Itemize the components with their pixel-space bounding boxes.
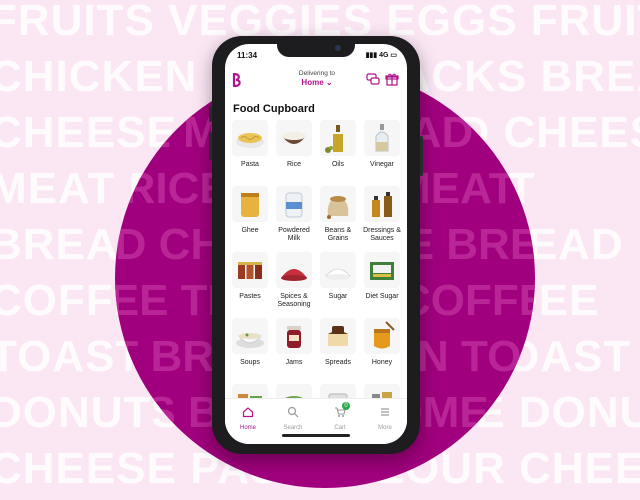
app-header: Delivering to Home ⌄ (225, 68, 407, 92)
category-label: Soups (240, 359, 260, 366)
cart-count-badge: 0 (342, 402, 350, 410)
bottom-nav: Home Search 0 Cart More (225, 398, 407, 444)
category-soups[interactable]: Soups (228, 318, 272, 384)
jam-jar-icon (276, 318, 312, 354)
category-label: Sugar (328, 293, 348, 300)
category-honey[interactable]: Honey (360, 318, 404, 384)
spread-jar-icon (320, 318, 356, 354)
network-label: 4G (379, 52, 389, 59)
camera-icon (335, 45, 341, 51)
menu-icon (381, 408, 389, 416)
signal-icon: ▮▮▮ (365, 52, 378, 59)
category-jams[interactable]: Jams (272, 318, 316, 384)
status-time: 11:34 (237, 51, 258, 60)
spice-pile-icon (276, 252, 312, 288)
category-label: Honey (371, 359, 393, 366)
beans-sack-icon (320, 186, 356, 222)
nav-label: Home (239, 425, 256, 431)
nav-cart[interactable]: 0 Cart (320, 402, 360, 431)
home-indicator (282, 434, 350, 437)
category-label: Dressings & Sauces (363, 227, 401, 242)
diet-sugar-box-icon (364, 252, 400, 288)
nav-search[interactable]: Search (273, 405, 313, 431)
volume-button (209, 132, 212, 160)
gift-icon[interactable] (385, 72, 399, 86)
category-dressings-sauces[interactable]: Dressings & Sauces (360, 186, 404, 252)
pasta-bowl-icon (232, 120, 268, 156)
rice-bowl-icon (276, 120, 312, 156)
category-label: Spices & Seasoning (277, 293, 311, 308)
nav-more[interactable]: More (365, 405, 405, 431)
category-label: Jams (285, 359, 303, 366)
category-spreads[interactable]: Spreads (316, 318, 360, 384)
paste-jars-icon (232, 252, 268, 288)
ghee-jar-icon (232, 186, 268, 222)
honey-jar-icon (364, 318, 400, 354)
category-sugar[interactable]: Sugar (316, 252, 360, 318)
power-button (420, 136, 423, 176)
search-icon (287, 406, 299, 418)
category-pastes[interactable]: Pastes (228, 252, 272, 318)
oil-bottle-icon (320, 120, 356, 156)
category-label: Pasta (241, 161, 259, 168)
volume-button (209, 106, 212, 122)
category-vinegar[interactable]: Vinegar (360, 120, 404, 186)
category-spices-seasoning[interactable]: Spices & Seasoning (272, 252, 316, 318)
category-label: Ghee (241, 227, 259, 234)
home-icon (242, 407, 254, 418)
category-label: Beans & Grains (324, 227, 352, 242)
category-label: Rice (286, 161, 301, 168)
location-selector[interactable]: Home ⌄ (275, 78, 359, 87)
page-title: Food Cupboard (233, 103, 315, 115)
category-diet-sugar[interactable]: Diet Sugar (360, 252, 404, 318)
sugar-bowl-icon (320, 252, 356, 288)
phone-screen: 11:34 ▮▮▮ 4G ▭ Delivering to Home ⌄ Food… (225, 44, 407, 444)
nav-label: Cart (334, 425, 346, 431)
category-powdered-milk[interactable]: Powdered Milk (272, 186, 316, 252)
nav-label: More (378, 425, 392, 431)
category-label: Powdered Milk (278, 227, 310, 242)
category-oils[interactable]: Oils (316, 120, 360, 186)
category-label: Diet Sugar (365, 293, 399, 300)
category-pasta[interactable]: Pasta (228, 120, 272, 186)
battery-icon: ▭ (390, 52, 397, 59)
chat-icon[interactable] (366, 72, 380, 86)
category-label: Vinegar (369, 161, 394, 168)
category-label: Pastes (239, 293, 261, 300)
soup-bowl-icon (232, 318, 268, 354)
category-rice[interactable]: Rice (272, 120, 316, 186)
vinegar-bottle-icon (364, 120, 400, 156)
nav-label: Search (283, 425, 303, 431)
sauce-bottles-icon (364, 186, 400, 222)
delivering-label: Delivering to (298, 70, 336, 77)
category-beans-grains[interactable]: Beans & Grains (316, 186, 360, 252)
category-label: Spreads (324, 359, 352, 366)
category-ghee[interactable]: Ghee (228, 186, 272, 252)
logo-icon[interactable] (230, 72, 244, 88)
category-label: Oils (331, 161, 345, 168)
nav-home[interactable]: Home (228, 405, 268, 431)
milk-tin-icon (276, 186, 312, 222)
phone-notch (277, 40, 355, 57)
status-right: ▮▮▮ 4G ▭ (366, 51, 397, 59)
